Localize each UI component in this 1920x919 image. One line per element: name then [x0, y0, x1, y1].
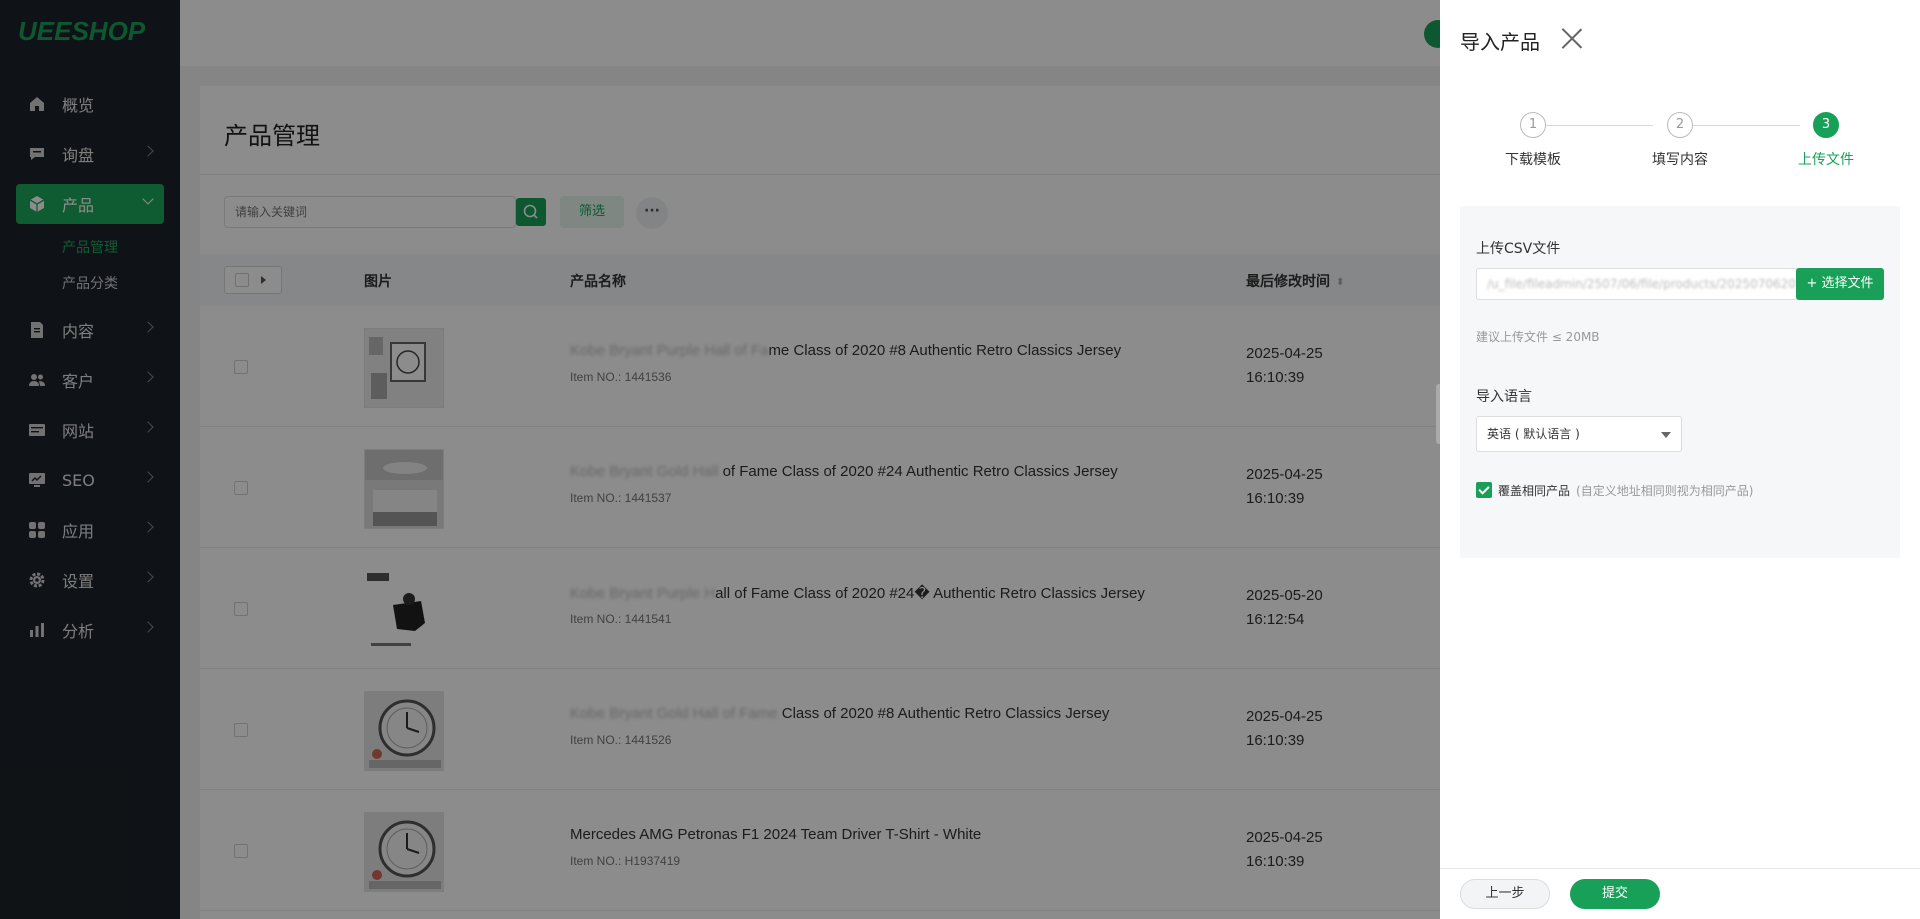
- submit-button[interactable]: 提交: [1570, 879, 1660, 909]
- file-path-value: /u_file/fileadmin/2507/06/file/products/…: [1487, 277, 1798, 291]
- choose-file-button[interactable]: + 选择文件: [1796, 268, 1884, 300]
- file-path-field[interactable]: /u_file/fileadmin/2507/06/file/products/…: [1476, 268, 1798, 300]
- step-connector: [1533, 125, 1653, 126]
- step-2-circle: 2: [1667, 112, 1693, 138]
- drawer-title: 导入产品: [1460, 30, 1540, 54]
- overwrite-label-text: 覆盖相同产品: [1498, 484, 1571, 498]
- language-select[interactable]: 英语 ( 默认语言 ): [1476, 416, 1682, 452]
- step-1-circle: 1: [1520, 112, 1546, 138]
- modal-overlay[interactable]: [0, 0, 1440, 919]
- close-icon[interactable]: [1560, 26, 1584, 50]
- step-connector: [1680, 125, 1800, 126]
- step-1-label: 下载模板: [1505, 152, 1561, 168]
- step-3-label: 上传文件: [1798, 152, 1854, 168]
- overwrite-note: (自定义地址相同则视为相同产品): [1576, 484, 1754, 498]
- import-products-drawer: 导入产品 1 2 3 下载模板 填写内容 上传文件 上传CSV文件 /u_fil…: [1440, 0, 1920, 919]
- upload-csv-label: 上传CSV文件: [1476, 241, 1561, 257]
- upload-panel: 上传CSV文件 /u_file/fileadmin/2507/06/file/p…: [1460, 206, 1900, 558]
- import-language-label: 导入语言: [1476, 389, 1532, 405]
- steps-indicator: 1 2 3 下载模板 填写内容 上传文件: [1440, 112, 1920, 172]
- previous-step-button[interactable]: 上一步: [1460, 879, 1550, 909]
- step-2-label: 填写内容: [1652, 152, 1708, 168]
- upload-size-hint: 建议上传文件 ≤ 20MB: [1476, 330, 1600, 344]
- overwrite-label[interactable]: 覆盖相同产品 (自定义地址相同则视为相同产品): [1498, 482, 1753, 499]
- overwrite-checkbox[interactable]: [1476, 482, 1492, 498]
- footer-divider: [1440, 868, 1920, 869]
- language-select-value: 英语 ( 默认语言 ): [1487, 427, 1580, 441]
- step-3-circle: 3: [1813, 112, 1839, 138]
- chevron-down-icon: [1661, 432, 1671, 438]
